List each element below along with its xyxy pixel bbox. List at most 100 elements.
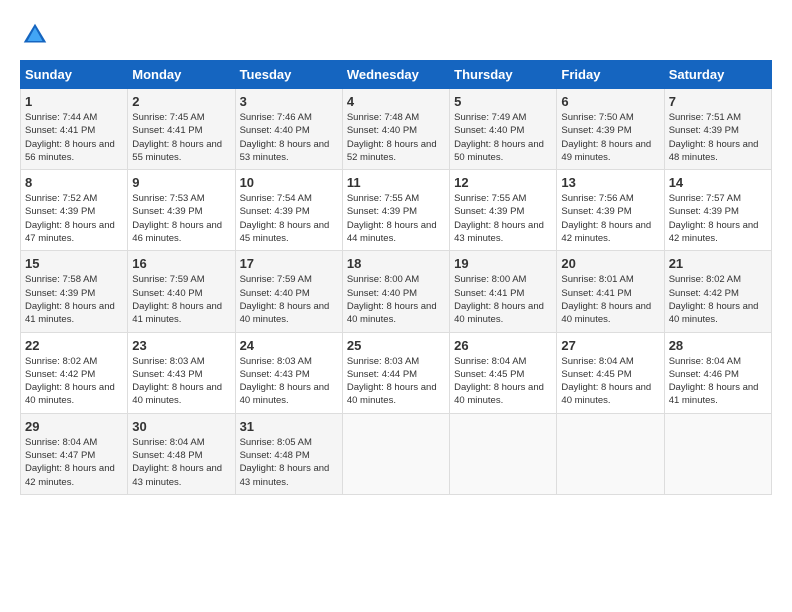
calendar-day-cell: 13 Sunrise: 7:56 AMSunset: 4:39 PMDaylig… [557, 170, 664, 251]
day-number: 18 [347, 256, 445, 271]
day-number: 1 [25, 94, 123, 109]
logo [20, 20, 54, 50]
day-of-week-header: Thursday [450, 61, 557, 89]
day-number: 17 [240, 256, 338, 271]
day-info: Sunrise: 7:49 AMSunset: 4:40 PMDaylight:… [454, 112, 544, 163]
day-info: Sunrise: 7:59 AMSunset: 4:40 PMDaylight:… [240, 274, 330, 325]
day-number: 11 [347, 175, 445, 190]
day-info: Sunrise: 7:44 AMSunset: 4:41 PMDaylight:… [25, 112, 115, 163]
day-number: 25 [347, 338, 445, 353]
day-of-week-header: Monday [128, 61, 235, 89]
calendar-day-cell: 23 Sunrise: 8:03 AMSunset: 4:43 PMDaylig… [128, 332, 235, 413]
day-of-week-header: Sunday [21, 61, 128, 89]
day-number: 20 [561, 256, 659, 271]
day-info: Sunrise: 8:05 AMSunset: 4:48 PMDaylight:… [240, 437, 330, 488]
day-info: Sunrise: 7:52 AMSunset: 4:39 PMDaylight:… [25, 193, 115, 244]
day-number: 23 [132, 338, 230, 353]
calendar-day-cell: 7 Sunrise: 7:51 AMSunset: 4:39 PMDayligh… [664, 89, 771, 170]
calendar-day-cell: 24 Sunrise: 8:03 AMSunset: 4:43 PMDaylig… [235, 332, 342, 413]
day-info: Sunrise: 7:51 AMSunset: 4:39 PMDaylight:… [669, 112, 759, 163]
calendar-day-cell: 6 Sunrise: 7:50 AMSunset: 4:39 PMDayligh… [557, 89, 664, 170]
day-info: Sunrise: 8:03 AMSunset: 4:43 PMDaylight:… [240, 356, 330, 407]
calendar-week-row: 15 Sunrise: 7:58 AMSunset: 4:39 PMDaylig… [21, 251, 772, 332]
day-info: Sunrise: 7:54 AMSunset: 4:39 PMDaylight:… [240, 193, 330, 244]
calendar-day-cell [342, 413, 449, 494]
calendar-day-cell: 8 Sunrise: 7:52 AMSunset: 4:39 PMDayligh… [21, 170, 128, 251]
day-info: Sunrise: 8:04 AMSunset: 4:48 PMDaylight:… [132, 437, 222, 488]
day-info: Sunrise: 8:04 AMSunset: 4:46 PMDaylight:… [669, 356, 759, 407]
calendar-day-cell: 18 Sunrise: 8:00 AMSunset: 4:40 PMDaylig… [342, 251, 449, 332]
day-number: 22 [25, 338, 123, 353]
calendar-day-cell: 22 Sunrise: 8:02 AMSunset: 4:42 PMDaylig… [21, 332, 128, 413]
day-number: 4 [347, 94, 445, 109]
calendar-week-row: 22 Sunrise: 8:02 AMSunset: 4:42 PMDaylig… [21, 332, 772, 413]
day-info: Sunrise: 7:55 AMSunset: 4:39 PMDaylight:… [454, 193, 544, 244]
day-number: 29 [25, 419, 123, 434]
day-number: 8 [25, 175, 123, 190]
calendar-day-cell: 21 Sunrise: 8:02 AMSunset: 4:42 PMDaylig… [664, 251, 771, 332]
day-info: Sunrise: 7:46 AMSunset: 4:40 PMDaylight:… [240, 112, 330, 163]
calendar-day-cell: 2 Sunrise: 7:45 AMSunset: 4:41 PMDayligh… [128, 89, 235, 170]
day-number: 24 [240, 338, 338, 353]
calendar-day-cell: 14 Sunrise: 7:57 AMSunset: 4:39 PMDaylig… [664, 170, 771, 251]
day-of-week-header: Friday [557, 61, 664, 89]
day-of-week-header: Wednesday [342, 61, 449, 89]
calendar-day-cell: 26 Sunrise: 8:04 AMSunset: 4:45 PMDaylig… [450, 332, 557, 413]
day-number: 19 [454, 256, 552, 271]
day-number: 21 [669, 256, 767, 271]
calendar-week-row: 1 Sunrise: 7:44 AMSunset: 4:41 PMDayligh… [21, 89, 772, 170]
day-number: 3 [240, 94, 338, 109]
day-info: Sunrise: 8:00 AMSunset: 4:41 PMDaylight:… [454, 274, 544, 325]
day-number: 27 [561, 338, 659, 353]
day-of-week-header: Tuesday [235, 61, 342, 89]
logo-icon [20, 20, 50, 50]
day-number: 7 [669, 94, 767, 109]
day-of-week-header: Saturday [664, 61, 771, 89]
calendar-day-cell: 3 Sunrise: 7:46 AMSunset: 4:40 PMDayligh… [235, 89, 342, 170]
day-number: 13 [561, 175, 659, 190]
day-info: Sunrise: 7:58 AMSunset: 4:39 PMDaylight:… [25, 274, 115, 325]
calendar-day-cell: 28 Sunrise: 8:04 AMSunset: 4:46 PMDaylig… [664, 332, 771, 413]
day-info: Sunrise: 7:50 AMSunset: 4:39 PMDaylight:… [561, 112, 651, 163]
calendar-day-cell: 11 Sunrise: 7:55 AMSunset: 4:39 PMDaylig… [342, 170, 449, 251]
day-info: Sunrise: 8:02 AMSunset: 4:42 PMDaylight:… [25, 356, 115, 407]
calendar-day-cell: 31 Sunrise: 8:05 AMSunset: 4:48 PMDaylig… [235, 413, 342, 494]
day-info: Sunrise: 8:02 AMSunset: 4:42 PMDaylight:… [669, 274, 759, 325]
calendar-day-cell: 1 Sunrise: 7:44 AMSunset: 4:41 PMDayligh… [21, 89, 128, 170]
calendar-day-cell: 10 Sunrise: 7:54 AMSunset: 4:39 PMDaylig… [235, 170, 342, 251]
day-info: Sunrise: 8:00 AMSunset: 4:40 PMDaylight:… [347, 274, 437, 325]
day-number: 9 [132, 175, 230, 190]
calendar-day-cell: 4 Sunrise: 7:48 AMSunset: 4:40 PMDayligh… [342, 89, 449, 170]
day-info: Sunrise: 8:04 AMSunset: 4:45 PMDaylight:… [561, 356, 651, 407]
day-number: 6 [561, 94, 659, 109]
calendar-table: SundayMondayTuesdayWednesdayThursdayFrid… [20, 60, 772, 495]
calendar-day-cell: 20 Sunrise: 8:01 AMSunset: 4:41 PMDaylig… [557, 251, 664, 332]
day-info: Sunrise: 7:56 AMSunset: 4:39 PMDaylight:… [561, 193, 651, 244]
day-number: 14 [669, 175, 767, 190]
calendar-day-cell [664, 413, 771, 494]
day-info: Sunrise: 7:45 AMSunset: 4:41 PMDaylight:… [132, 112, 222, 163]
calendar-day-cell: 29 Sunrise: 8:04 AMSunset: 4:47 PMDaylig… [21, 413, 128, 494]
day-info: Sunrise: 7:59 AMSunset: 4:40 PMDaylight:… [132, 274, 222, 325]
day-number: 2 [132, 94, 230, 109]
day-number: 28 [669, 338, 767, 353]
day-number: 30 [132, 419, 230, 434]
header [20, 20, 772, 50]
calendar-week-row: 8 Sunrise: 7:52 AMSunset: 4:39 PMDayligh… [21, 170, 772, 251]
calendar-day-cell [557, 413, 664, 494]
day-number: 12 [454, 175, 552, 190]
calendar-week-row: 29 Sunrise: 8:04 AMSunset: 4:47 PMDaylig… [21, 413, 772, 494]
day-info: Sunrise: 7:53 AMSunset: 4:39 PMDaylight:… [132, 193, 222, 244]
day-number: 16 [132, 256, 230, 271]
day-info: Sunrise: 7:55 AMSunset: 4:39 PMDaylight:… [347, 193, 437, 244]
calendar-day-cell: 30 Sunrise: 8:04 AMSunset: 4:48 PMDaylig… [128, 413, 235, 494]
calendar-day-cell: 16 Sunrise: 7:59 AMSunset: 4:40 PMDaylig… [128, 251, 235, 332]
calendar-day-cell: 9 Sunrise: 7:53 AMSunset: 4:39 PMDayligh… [128, 170, 235, 251]
calendar-day-cell: 27 Sunrise: 8:04 AMSunset: 4:45 PMDaylig… [557, 332, 664, 413]
day-number: 31 [240, 419, 338, 434]
calendar-day-cell [450, 413, 557, 494]
day-info: Sunrise: 8:04 AMSunset: 4:45 PMDaylight:… [454, 356, 544, 407]
day-number: 26 [454, 338, 552, 353]
day-info: Sunrise: 8:03 AMSunset: 4:44 PMDaylight:… [347, 356, 437, 407]
day-number: 5 [454, 94, 552, 109]
